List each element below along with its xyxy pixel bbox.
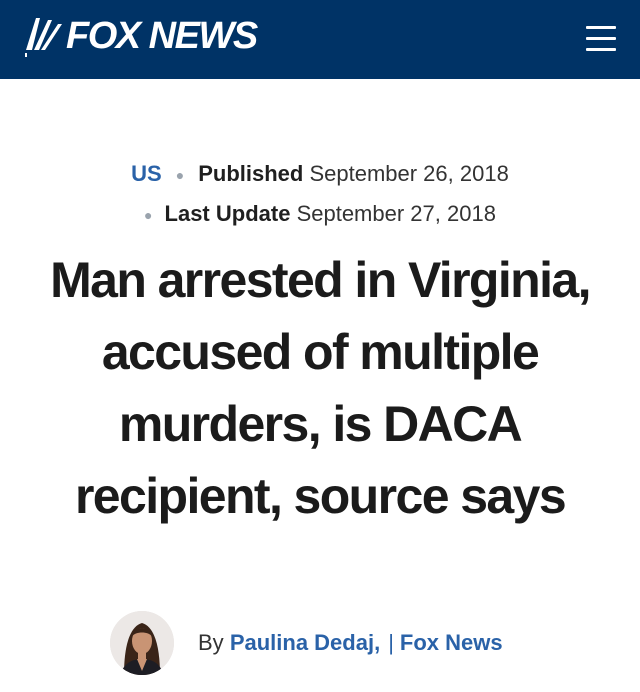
- category-link[interactable]: US: [131, 161, 162, 186]
- byline-separator: |: [388, 630, 394, 655]
- logo-text: FOX NEWS: [66, 15, 258, 57]
- published-label: Published: [198, 161, 304, 186]
- published-date: September 26, 2018: [309, 161, 509, 186]
- source-link[interactable]: Fox News: [400, 630, 503, 655]
- article-meta-published: US ● Published September 26, 2018: [0, 161, 640, 187]
- article-page: FOX NEWS US ● Published September 26, 2018…: [0, 0, 640, 692]
- separator-dot: ●: [144, 207, 153, 224]
- article-meta-updated: ● Last Update September 27, 2018: [0, 201, 640, 227]
- author-avatar[interactable]: [110, 611, 174, 675]
- article-headline: Man arrested in Virginia, accused of mul…: [50, 252, 591, 524]
- last-update-date: September 27, 2018: [296, 201, 496, 226]
- byline-text: By Paulina Dedaj, | Fox News: [198, 630, 503, 656]
- author-link[interactable]: Paulina Dedaj,: [230, 630, 380, 655]
- byline: By Paulina Dedaj, | Fox News: [110, 608, 503, 678]
- byline-prefix: By: [198, 630, 224, 655]
- hamburger-menu-icon[interactable]: [582, 20, 620, 56]
- site-header: FOX NEWS: [0, 0, 640, 79]
- last-update-label: Last Update: [164, 201, 291, 226]
- separator-dot: ●: [175, 167, 185, 184]
- fox-searchlight-icon: [22, 14, 64, 58]
- fox-news-logo[interactable]: FOX NEWS: [22, 12, 258, 60]
